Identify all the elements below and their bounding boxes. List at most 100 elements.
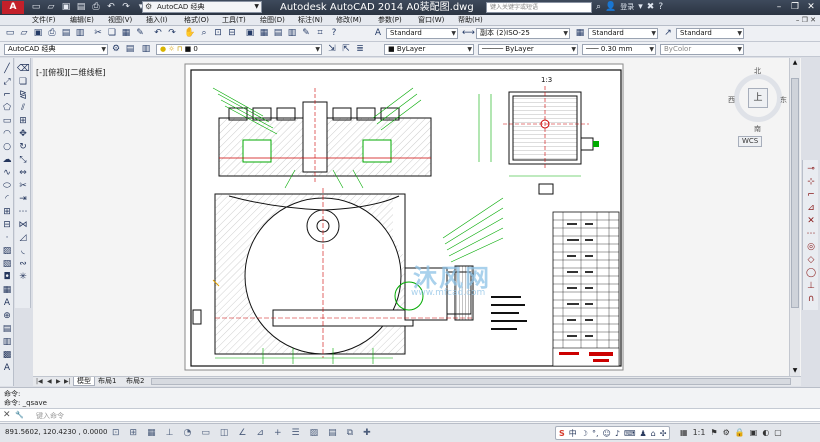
properties-icon[interactable]: ▣ [244, 28, 256, 39]
ellipse-icon[interactable]: ⬭ [1, 181, 13, 192]
command-line[interactable]: ✕ 🔧 键入命令 [0, 408, 820, 422]
open-icon[interactable]: ▱ [18, 28, 30, 39]
table-style-icon[interactable]: ▦ [574, 28, 586, 39]
dim-style-icon[interactable]: ⟷ [462, 28, 475, 39]
workspace-switch-icon[interactable]: ⚙ [723, 427, 730, 439]
match-properties-icon[interactable]: ✎ [134, 28, 146, 39]
sheet-set-icon[interactable]: ▥ [286, 28, 298, 39]
coordinate-readout[interactable]: 891.5602, 120.4230 , 0.0000 [5, 428, 107, 436]
drawing-viewport[interactable]: [-][俯视][二维线框] 1:3 沐风网 www.mfcad.com 北 南 … [33, 58, 801, 376]
zoom-window-icon[interactable]: ⊡ [212, 28, 224, 39]
infer-constraints-icon[interactable]: ⊡ [112, 427, 120, 439]
punctuation-icon[interactable]: °, [592, 429, 599, 438]
scroll-up-icon[interactable]: ▲ [790, 58, 800, 67]
line-icon[interactable]: ╱ [1, 64, 13, 75]
snap-extension-icon[interactable]: ⋯ [805, 229, 817, 240]
first-tab-icon[interactable]: |◀ [36, 377, 43, 386]
polyline-icon[interactable]: ⌐ [1, 90, 13, 101]
open-file-icon[interactable]: ▱ [45, 2, 57, 13]
3d-osnap-icon[interactable]: ◫ [220, 427, 229, 439]
snap-settings-icon[interactable]: ∩ [805, 294, 817, 305]
design-center-icon[interactable]: ▦ [258, 28, 270, 39]
menu-draw[interactable]: 绘图(D) [260, 15, 285, 26]
make-block-icon[interactable]: ⊟ [1, 220, 13, 231]
plot-icon[interactable]: ⎙ [46, 28, 58, 39]
annotation-scale[interactable]: 1:1 [693, 427, 706, 439]
dropdown-icon[interactable]: ▾ [638, 1, 643, 14]
save-icon[interactable]: ▣ [32, 28, 44, 39]
gear-icon[interactable]: ⚙ [110, 44, 122, 55]
menu-window[interactable]: 窗口(W) [418, 15, 444, 26]
minimize-icon[interactable]: – [772, 1, 786, 13]
grid-display-icon[interactable]: ▦ [147, 427, 156, 439]
menu-modify[interactable]: 修改(M) [336, 15, 362, 26]
restore-icon[interactable]: ❐ [788, 1, 802, 13]
menu-tools[interactable]: 工具(T) [222, 15, 246, 26]
redo-icon[interactable]: ↷ [166, 28, 178, 39]
user-icon[interactable]: 👤 [605, 1, 616, 14]
snap-from-icon[interactable]: ⊹ [805, 177, 817, 188]
plot-icon[interactable]: ⎙ [90, 2, 102, 13]
linetype-select[interactable]: ───── ByLayer ▼ [478, 44, 578, 55]
erase-icon[interactable]: ⌫ [17, 64, 30, 75]
help-icon[interactable]: ? [658, 1, 663, 14]
zoom-realtime-icon[interactable]: ⌕ [198, 28, 210, 39]
copy-icon[interactable]: ❏ [106, 28, 118, 39]
menu-help[interactable]: 帮助(H) [458, 15, 483, 26]
plotstyle-select[interactable]: ByColor ▼ [660, 44, 744, 55]
multiline-text-icon[interactable]: A [1, 298, 13, 309]
revcloud-icon[interactable]: ☁ [1, 155, 13, 166]
clean-screen-icon[interactable]: ▢ [774, 427, 782, 439]
gradient-icon[interactable]: ▧ [1, 259, 13, 270]
emoji-icon[interactable]: ☺ [602, 429, 610, 438]
menu-insert[interactable]: 插入(I) [146, 15, 168, 26]
save-icon[interactable]: ▣ [60, 2, 72, 13]
tools-icon[interactable]: ✣ [660, 429, 667, 438]
layer-state-icon[interactable]: ≣ [354, 44, 366, 55]
fillet-icon[interactable]: ◟ [17, 246, 29, 257]
preview-icon[interactable]: ▤ [60, 28, 72, 39]
keyboard-icon[interactable]: ⌨ [624, 429, 636, 438]
table-style-select[interactable]: Standard ▼ [588, 28, 658, 39]
menu-parametric[interactable]: 参数(P) [378, 15, 402, 26]
layer-previous-icon[interactable]: ⇱ [340, 44, 352, 55]
tab-layout1[interactable]: 布局1 [95, 377, 119, 386]
trim-icon[interactable]: ✂ [17, 181, 29, 192]
text-icon[interactable]: A [1, 363, 13, 374]
publish-icon[interactable]: ▥ [74, 28, 86, 39]
snap-center-icon[interactable]: ◎ [805, 242, 817, 253]
isolate-objects-icon[interactable]: ◐ [762, 427, 769, 439]
scale-icon[interactable]: ⤡ [17, 155, 29, 166]
vertical-scrollbar[interactable]: ▲ ▼ [789, 58, 800, 376]
offset-icon[interactable]: ⫽ [17, 103, 29, 114]
ime-toolbar[interactable]: S 中 ☽ °, ☺ ♪ ⌨ ♟ ⌂ ✣ [555, 426, 671, 440]
table-icon[interactable]: ▦ [1, 285, 13, 296]
model-space-icon[interactable]: ▦ [680, 427, 688, 439]
hatch-icon[interactable]: ▨ [1, 246, 13, 257]
zoom-previous-icon[interactable]: ⊟ [226, 28, 238, 39]
layer-select[interactable]: ● ☼ ⊓ ■ 0 ▼ [156, 44, 322, 55]
snap-quadrant-icon[interactable]: ◇ [805, 255, 817, 266]
array-icon[interactable]: ⊞ [17, 116, 29, 127]
rotate-icon[interactable]: ↻ [17, 142, 29, 153]
snap-midpoint-icon[interactable]: ⊿ [805, 203, 817, 214]
search-icon[interactable]: ⌕ [596, 1, 601, 14]
menu-file[interactable]: 文件(F) [32, 15, 56, 26]
undo-icon[interactable]: ↶ [105, 2, 117, 13]
snap-tangent-icon[interactable]: ◯ [805, 268, 817, 279]
move-icon[interactable]: ✥ [17, 129, 29, 140]
snap-perpendicular-icon[interactable]: ⊥ [805, 281, 817, 292]
close-icon[interactable]: ✕ [3, 410, 11, 420]
layer-properties-icon[interactable]: ▥ [140, 44, 152, 55]
menu-edit[interactable]: 编辑(E) [70, 15, 94, 26]
dim-style-select[interactable]: 副本 (2)ISO-25 ▼ [476, 28, 570, 39]
join-icon[interactable]: ⋈ [17, 220, 29, 231]
user-icon[interactable]: ♟ [639, 429, 646, 438]
extend-icon[interactable]: ⇥ [17, 194, 29, 205]
explode-icon[interactable]: ✳ [17, 272, 29, 283]
make-current-icon[interactable]: ⇲ [326, 44, 338, 55]
mleader-style-select[interactable]: Standard ▼ [676, 28, 744, 39]
lineweight-icon[interactable]: ☰ [292, 427, 300, 439]
undo-icon[interactable]: ↶ [152, 28, 164, 39]
workspace-switcher[interactable]: ⚙ AutoCAD 经典 ▼ [142, 1, 262, 13]
